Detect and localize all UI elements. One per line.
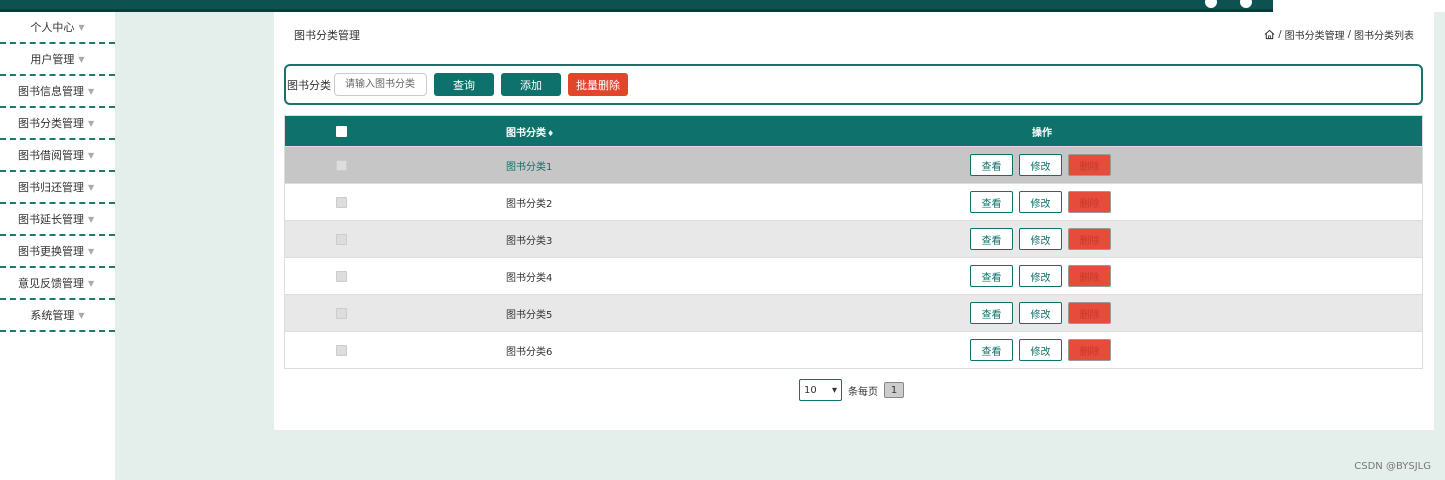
- caret-down-icon: ▼: [88, 182, 95, 192]
- column-header-category[interactable]: 图书分类♦: [405, 124, 865, 139]
- caret-down-icon: ▼: [78, 22, 85, 32]
- sidebar-item-book-category[interactable]: 图书分类管理 ▼: [0, 108, 115, 140]
- category-table: 图书分类♦ 操作 图书分类1 查看 修改 删除 图书分类2 查看 修改 删除 图…: [284, 115, 1423, 369]
- sidebar: 个人中心 ▼ 用户管理 ▼ 图书信息管理 ▼ 图书分类管理 ▼ 图书借阅管理 ▼…: [0, 12, 115, 480]
- sidebar-item-book-exchange[interactable]: 图书更换管理 ▼: [0, 236, 115, 268]
- sidebar-item-label: 个人中心: [30, 21, 75, 34]
- breadcrumb-item-category-list: 图书分类列表: [1354, 31, 1414, 42]
- sidebar-item-label: 图书归还管理: [18, 181, 84, 194]
- table-row[interactable]: 图书分类1 查看 修改 删除: [285, 146, 1422, 183]
- per-page-value: 10: [804, 384, 817, 396]
- category-name: 图书分类4: [506, 272, 553, 284]
- table-row[interactable]: 图书分类2 查看 修改 删除: [285, 183, 1422, 220]
- query-button[interactable]: 查询: [434, 73, 494, 96]
- search-form: 图书分类 查询 添加 批量删除: [284, 64, 1423, 105]
- watermark: CSDN @BYSJLG: [1354, 461, 1431, 472]
- delete-button[interactable]: 删除: [1068, 339, 1111, 361]
- content-panel: 图书分类管理 / 图书分类管理 / 图书分类列表 图书分类 查询 添加 批量删除…: [274, 12, 1434, 430]
- category-name: 图书分类5: [506, 309, 553, 321]
- sidebar-item-label: 用户管理: [30, 53, 75, 66]
- breadcrumb-separator: /: [1278, 29, 1282, 40]
- page-number-button[interactable]: 1: [884, 382, 904, 398]
- search-label: 图书分类: [287, 78, 331, 92]
- column-header-label: 图书分类: [506, 127, 546, 139]
- caret-down-icon: ▼: [78, 54, 85, 64]
- category-name: 图书分类6: [506, 346, 553, 358]
- category-name: 图书分类3: [506, 235, 553, 247]
- sidebar-item-book-info[interactable]: 图书信息管理 ▼: [0, 76, 115, 108]
- sidebar-item-feedback[interactable]: 意见反馈管理 ▼: [0, 268, 115, 300]
- row-checkbox[interactable]: [336, 270, 347, 282]
- table-header: 图书分类♦ 操作: [285, 116, 1422, 146]
- sort-icon[interactable]: ♦: [547, 129, 554, 138]
- category-name: 图书分类2: [506, 198, 553, 210]
- user-avatar-icon[interactable]: [1205, 0, 1217, 8]
- dropdown-arrow-icon: ▾: [831, 384, 837, 396]
- category-search-input[interactable]: [334, 73, 427, 96]
- sidebar-item-book-return[interactable]: 图书归还管理 ▼: [0, 172, 115, 204]
- row-checkbox[interactable]: [336, 307, 347, 319]
- per-page-label: 条每页: [848, 386, 878, 398]
- row-checkbox[interactable]: [336, 159, 347, 171]
- edit-button[interactable]: 修改: [1019, 302, 1062, 324]
- category-name: 图书分类1: [506, 161, 553, 173]
- caret-down-icon: ▼: [88, 118, 95, 128]
- table-row[interactable]: 图书分类5 查看 修改 删除: [285, 294, 1422, 331]
- delete-button[interactable]: 删除: [1068, 191, 1111, 213]
- view-button[interactable]: 查看: [970, 191, 1013, 213]
- breadcrumb: / 图书分类管理 / 图书分类列表: [1264, 27, 1414, 42]
- caret-down-icon: ▼: [88, 214, 95, 224]
- caret-down-icon: ▼: [88, 86, 95, 96]
- sidebar-item-system[interactable]: 系统管理 ▼: [0, 300, 115, 332]
- edit-button[interactable]: 修改: [1019, 265, 1062, 287]
- per-page-select[interactable]: 10 ▾: [799, 379, 842, 401]
- edit-button[interactable]: 修改: [1019, 339, 1062, 361]
- edit-button[interactable]: 修改: [1019, 228, 1062, 250]
- view-button[interactable]: 查看: [970, 228, 1013, 250]
- sidebar-item-label: 图书更换管理: [18, 245, 84, 258]
- edit-button[interactable]: 修改: [1019, 154, 1062, 176]
- table-row[interactable]: 图书分类4 查看 修改 删除: [285, 257, 1422, 294]
- home-icon[interactable]: [1264, 29, 1275, 40]
- sidebar-item-label: 系统管理: [30, 309, 75, 322]
- batch-delete-button[interactable]: 批量删除: [568, 73, 628, 96]
- table-row[interactable]: 图书分类6 查看 修改 删除: [285, 331, 1422, 368]
- view-button[interactable]: 查看: [970, 265, 1013, 287]
- caret-down-icon: ▼: [88, 150, 95, 160]
- view-button[interactable]: 查看: [970, 339, 1013, 361]
- breadcrumb-item-category-mgmt[interactable]: 图书分类管理: [1285, 27, 1345, 42]
- sidebar-item-users[interactable]: 用户管理 ▼: [0, 44, 115, 76]
- caret-down-icon: ▼: [78, 310, 85, 320]
- page-title: 图书分类管理: [294, 29, 360, 42]
- breadcrumb-separator: /: [1347, 29, 1351, 40]
- delete-button[interactable]: 删除: [1068, 302, 1111, 324]
- delete-button[interactable]: 删除: [1068, 154, 1111, 176]
- sidebar-item-label: 图书借阅管理: [18, 149, 84, 162]
- add-button[interactable]: 添加: [501, 73, 561, 96]
- view-button[interactable]: 查看: [970, 302, 1013, 324]
- pagination: 10 ▾ 条每页 1: [799, 379, 904, 401]
- sidebar-item-label: 意见反馈管理: [18, 277, 84, 290]
- caret-down-icon: ▼: [88, 278, 95, 288]
- column-header-ops: 操作: [1032, 127, 1052, 139]
- row-checkbox[interactable]: [336, 196, 347, 208]
- sidebar-item-label: 图书信息管理: [18, 85, 84, 98]
- sidebar-item-label: 图书延长管理: [18, 213, 84, 226]
- sidebar-item-book-borrow[interactable]: 图书借阅管理 ▼: [0, 140, 115, 172]
- caret-down-icon: ▼: [88, 246, 95, 256]
- edit-button[interactable]: 修改: [1019, 191, 1062, 213]
- sidebar-item-book-extend[interactable]: 图书延长管理 ▼: [0, 204, 115, 236]
- delete-button[interactable]: 删除: [1068, 228, 1111, 250]
- sidebar-item-profile[interactable]: 个人中心 ▼: [0, 12, 115, 44]
- delete-button[interactable]: 删除: [1068, 265, 1111, 287]
- table-row[interactable]: 图书分类3 查看 修改 删除: [285, 220, 1422, 257]
- row-checkbox[interactable]: [336, 344, 347, 356]
- view-button[interactable]: 查看: [970, 154, 1013, 176]
- sidebar-item-label: 图书分类管理: [18, 117, 84, 130]
- select-all-checkbox[interactable]: [336, 125, 347, 137]
- top-bar: [0, 0, 1273, 12]
- settings-icon[interactable]: [1240, 0, 1252, 8]
- row-checkbox[interactable]: [336, 233, 347, 245]
